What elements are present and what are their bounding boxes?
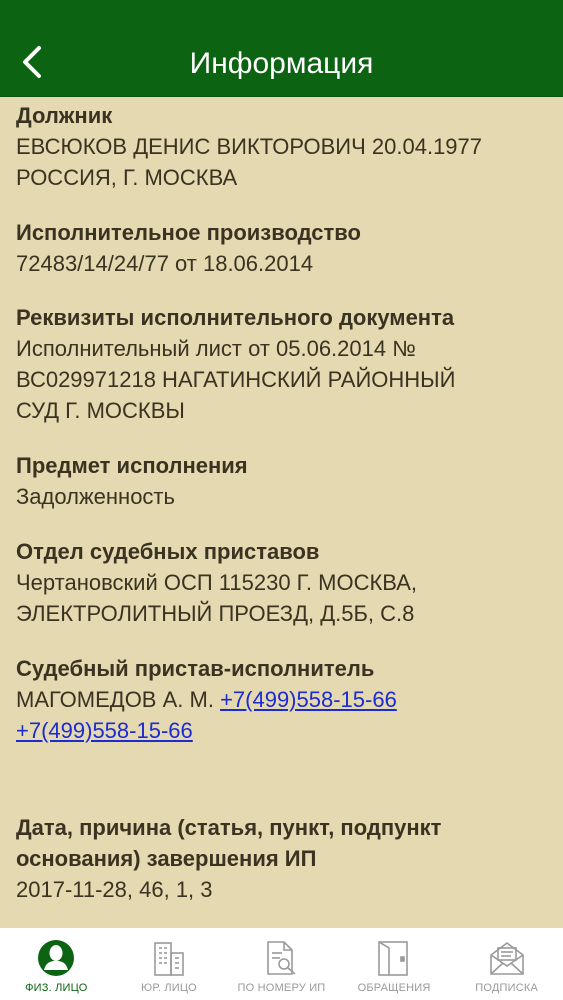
department-label: Отдел судебных приставов (16, 539, 320, 564)
tab-individual-label: ФИЗ. ЛИЦО (25, 982, 88, 994)
subject-section: Предмет исполнения Задолженность (16, 450, 551, 512)
document-line-1: Исполнительный лист от 05.06.2014 № (16, 336, 416, 361)
document-line-2: ВС029971218 НАГАТИНСКИЙ РАЙОННЫЙ (16, 367, 456, 392)
completion-label-line-2: основания) завершения ИП (16, 846, 317, 871)
subject-label: Предмет исполнения (16, 453, 248, 478)
bailiff-phone-line-2: +7(499)558-15-66 (16, 715, 551, 746)
document-label: Реквизиты исполнительного документа (16, 305, 455, 330)
tab-subscription[interactable]: ПОДПИСКА (450, 928, 563, 1000)
department-section: Отдел судебных приставов Чертановский ОС… (16, 536, 551, 629)
bailiff-name-line: МАГОМЕДОВ А. М. +7(499)558-15-66 (16, 684, 551, 715)
debtor-name: ЕВСЮКОВ ДЕНИС ВИКТОРОВИЧ 20.04.1977 (16, 134, 483, 159)
proceeding-section: Исполнительное производство 72483/14/24/… (16, 217, 551, 279)
debtor-label: Должник (16, 103, 113, 128)
tab-appeals[interactable]: ОБРАЩЕНИЯ (338, 928, 451, 1000)
completion-label-line-1: Дата, причина (статья, пункт, подпункт (16, 815, 442, 840)
tab-legal-entity[interactable]: ЮР. ЛИЦО (113, 928, 226, 1000)
folder-icon (374, 938, 414, 978)
bottom-tab-bar: ФИЗ. ЛИЦО ЮР. ЛИЦО ПО НОМЕРУ ИП ОБРАЩЕНИ… (0, 927, 563, 1000)
envelope-icon (487, 938, 527, 978)
bailiff-label: Судебный пристав-исполнитель (16, 656, 375, 681)
person-icon (36, 938, 76, 978)
bailiff-phone-link[interactable]: +7(499)558-15-66 (220, 687, 397, 712)
debtor-address: РОССИЯ, Г. МОСКВА (16, 165, 238, 190)
tab-subscription-label: ПОДПИСКА (475, 982, 539, 994)
tab-appeals-label: ОБРАЩЕНИЯ (357, 982, 431, 994)
bailiff-section: Судебный пристав-исполнитель МАГОМЕДОВ А… (16, 653, 551, 746)
completion-section: Дата, причина (статья, пункт, подпункт о… (16, 812, 551, 905)
building-icon (149, 938, 189, 978)
app-header: Информация (0, 0, 563, 97)
department-line-1: Чертановский ОСП 115230 Г. МОСКВА, (16, 570, 417, 595)
tab-by-number-label: ПО НОМЕРУ ИП (237, 982, 326, 994)
document-search-icon (261, 938, 301, 978)
department-line-2: ЭЛЕКТРОЛИТНЫЙ ПРОЕЗД, Д.5Б, С.8 (16, 601, 415, 626)
tab-individual[interactable]: ФИЗ. ЛИЦО (0, 928, 113, 1000)
bailiff-phone-link-2[interactable]: +7(499)558-15-66 (16, 718, 193, 743)
document-section: Реквизиты исполнительного документа Испо… (16, 302, 551, 426)
page-title: Информация (189, 47, 374, 80)
tab-legal-entity-label: ЮР. ЛИЦО (141, 982, 197, 994)
bailiff-name: МАГОМЕДОВ А. М. (16, 687, 214, 712)
debtor-section: Должник ЕВСЮКОВ ДЕНИС ВИКТОРОВИЧ 20.04.1… (16, 100, 551, 193)
subject-value: Задолженность (16, 484, 175, 509)
proceeding-number: 72483/14/24/77 от 18.06.2014 (16, 251, 314, 276)
proceeding-label: Исполнительное производство (16, 220, 361, 245)
completion-value: 2017-11-28, 46, 1, 3 (16, 877, 213, 902)
tab-by-number[interactable]: ПО НОМЕРУ ИП (225, 928, 338, 1000)
document-line-3: СУД Г. МОСКВЫ (16, 398, 185, 423)
